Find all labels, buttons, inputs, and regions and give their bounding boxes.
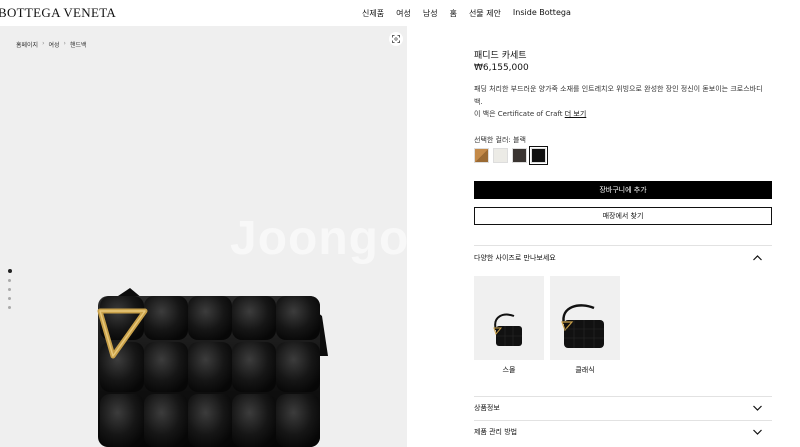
nav-item-new[interactable]: 신제품 xyxy=(362,8,384,19)
size-thumbnail xyxy=(550,276,620,360)
swatch-white[interactable] xyxy=(493,148,508,163)
chevron-down-icon xyxy=(753,429,762,435)
swatch-dark-brown[interactable] xyxy=(512,148,527,163)
product-price: ₩6,155,000 xyxy=(474,63,529,73)
swatch-black[interactable] xyxy=(529,146,548,165)
product-image-panel: Joongo 홈페이지 › 여성 › 핸드백 xyxy=(0,26,407,447)
size-options: 스몰 클래식 xyxy=(474,276,620,375)
brand-logo[interactable]: BOTTEGA VENETA xyxy=(0,5,116,21)
divider xyxy=(474,396,772,397)
breadcrumb-separator: › xyxy=(63,40,66,47)
chevron-down-icon xyxy=(753,405,762,411)
care-label: 제품 관리 방법 xyxy=(474,428,518,436)
nav-item-home[interactable]: 홈 xyxy=(450,8,457,19)
pagination-dot[interactable] xyxy=(8,269,12,273)
find-in-store-button[interactable]: 매장에서 찾기 xyxy=(474,207,772,225)
pagination-dot[interactable] xyxy=(8,297,11,300)
size-option-small[interactable]: 스몰 xyxy=(474,276,544,375)
divider xyxy=(474,420,772,421)
craft-certificate: 이 백은 Certificate of Craft 더 보기 xyxy=(474,109,586,119)
breadcrumb-women[interactable]: 여성 xyxy=(49,40,60,49)
divider xyxy=(474,245,772,246)
site-header: BOTTEGA VENETA 신제품 여성 남성 홈 선물 제안 Inside … xyxy=(0,0,800,26)
sizes-accordion-header[interactable]: 다양한 사이즈로 만나보세요 xyxy=(474,248,772,268)
product-info-accordion[interactable]: 상품정보 xyxy=(474,398,772,418)
nav-item-women[interactable]: 여성 xyxy=(396,8,411,19)
nav-item-gifts[interactable]: 선물 제안 xyxy=(469,8,501,19)
pagination-dot[interactable] xyxy=(8,288,11,291)
breadcrumb-handbags[interactable]: 핸드백 xyxy=(70,40,87,49)
pagination-dot[interactable] xyxy=(8,306,11,309)
main-nav: 신제품 여성 남성 홈 선물 제안 Inside Bottega xyxy=(362,8,583,19)
nav-item-men[interactable]: 남성 xyxy=(423,8,438,19)
size-label-classic: 클래식 xyxy=(575,366,595,374)
product-info-label: 상품정보 xyxy=(474,404,500,412)
selected-color-label: 선택한 컬러: 블랙 xyxy=(474,136,526,144)
product-title: 패디드 카세트 xyxy=(474,51,527,61)
pagination-dot[interactable] xyxy=(8,279,11,282)
watermark: Joongo xyxy=(230,212,407,265)
zoom-icon xyxy=(392,35,400,43)
add-to-cart-button[interactable]: 장바구니에 추가 xyxy=(474,181,772,199)
size-thumbnail xyxy=(474,276,544,360)
craft-more-link[interactable]: 더 보기 xyxy=(565,110,587,118)
size-option-classic[interactable]: 클래식 xyxy=(550,276,620,375)
chevron-up-icon xyxy=(753,255,762,261)
care-accordion[interactable]: 제품 관리 방법 xyxy=(474,422,772,442)
nav-item-inside-bottega[interactable]: Inside Bottega xyxy=(513,8,571,19)
sizes-heading: 다양한 사이즈로 만나보세요 xyxy=(474,254,556,262)
color-swatches xyxy=(474,146,548,165)
product-description: 패딩 처리한 부드러운 양가죽 소재를 인트레치오 위빙으로 완성한 장인 정신… xyxy=(474,85,763,106)
zoom-button[interactable] xyxy=(389,32,403,46)
breadcrumb: 홈페이지 › 여성 › 핸드백 xyxy=(16,40,87,49)
breadcrumb-separator: › xyxy=(42,40,45,47)
size-label-small: 스몰 xyxy=(502,366,516,374)
image-pagination xyxy=(8,269,12,309)
craft-text: 이 백은 Certificate of Craft xyxy=(474,110,563,118)
swatch-caramel[interactable] xyxy=(474,148,489,163)
breadcrumb-home[interactable]: 홈페이지 xyxy=(16,40,38,49)
